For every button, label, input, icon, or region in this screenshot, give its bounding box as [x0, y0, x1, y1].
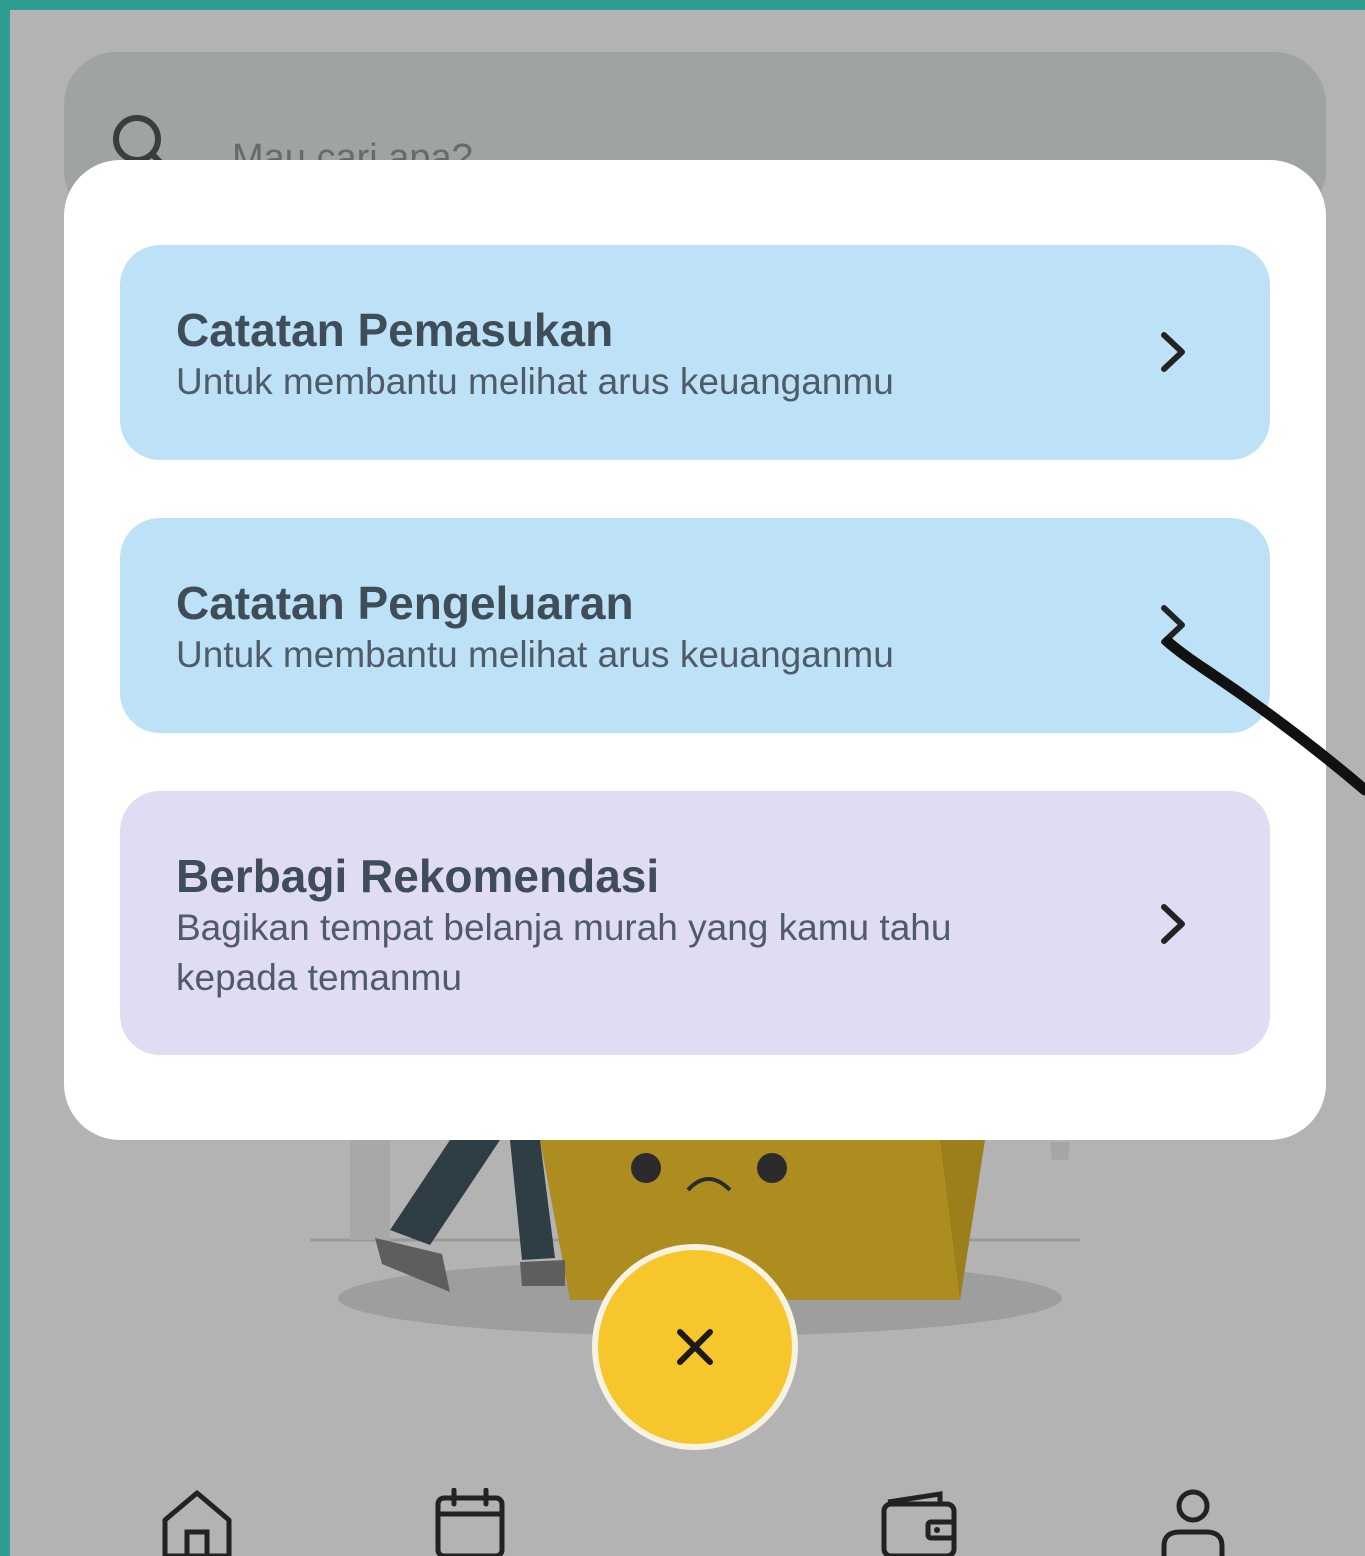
calendar-icon[interactable] [434, 1488, 506, 1556]
home-icon[interactable] [160, 1488, 234, 1556]
close-fab-button[interactable] [592, 1244, 798, 1450]
app-screen: Mau cari apa? Catatan Pemasukan Untuk me… [10, 10, 1365, 1556]
profile-icon[interactable] [1160, 1488, 1226, 1556]
bottom-nav [10, 1470, 1365, 1556]
wallet-icon[interactable] [880, 1488, 958, 1556]
close-icon [677, 1329, 713, 1365]
